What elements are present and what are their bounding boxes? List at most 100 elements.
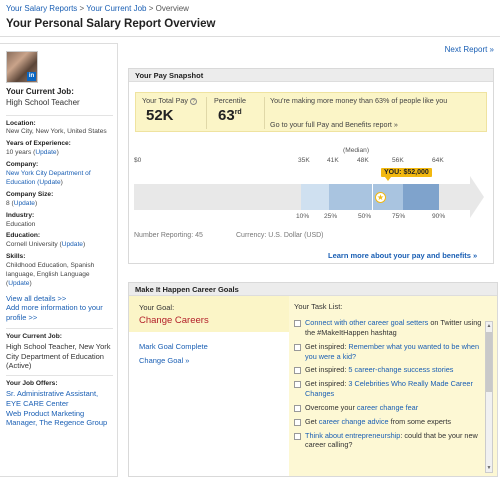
percentile-tick: 10% [296,213,310,220]
education-label: Education: [6,232,41,240]
task-checkbox[interactable] [294,418,301,426]
percentile-tick: 25% [324,213,338,220]
task-text: Connect with other career goal setters o… [305,318,486,338]
mark-goal-complete-link[interactable]: Mark Goal Complete [139,342,279,351]
currency-label: Currency: U.S. Dollar (USD) [236,232,324,239]
career-goals-panel: Make It Happen Career Goals Your Goal: C… [128,282,498,477]
close-paren: ) [29,279,32,287]
company-field: New York City Department of Education (U… [6,170,113,188]
task-link[interactable]: Think about entrepreneurship [305,431,400,440]
task-text: Think about entrepreneurship: could that… [305,431,486,451]
company-size-field: 8 (Update) [6,200,113,209]
distribution-band [301,184,329,210]
percentile-tick: 50% [358,213,372,220]
task-text: Overcome your career change fear [305,403,418,413]
experience-label: Years of Experience: [6,140,71,148]
sidebar-divider [6,114,113,116]
task-checkbox[interactable] [294,343,301,351]
task-prefix: Overcome your [305,402,357,412]
total-pay-value: 52K [146,107,174,124]
task-item: Get inspired: 5 career-change success st… [294,365,486,375]
pay-summary-box: Your Total Pay ? 52K Percentile 63rd You… [135,92,487,132]
task-scrollbar[interactable]: ▲ ▼ [485,321,493,473]
linkedin-icon: in [27,72,36,81]
task-checkbox[interactable] [294,432,301,440]
summary-divider [206,97,207,129]
task-item: Get inspired: 3 Celebrities Who Really M… [294,379,486,399]
task-checkbox[interactable] [294,381,301,389]
breadcrumb-current-job[interactable]: Your Current Job [86,4,146,13]
task-item: Connect with other career goal setters o… [294,318,486,338]
close-paren: ) [34,199,38,207]
company-size-value: 8 ( [6,199,14,207]
industry-value: Education [6,220,36,228]
company-size-update-link[interactable]: Update [14,200,35,207]
task-text: Get inspired: 3 Celebrities Who Really M… [305,379,486,399]
skills-update-link[interactable]: Update [8,280,29,287]
value-tick: 56K [392,157,404,164]
experience-field: 10 years (Update) [6,149,113,158]
location-value: New City, New York, United States [6,128,107,136]
location-label: Location: [6,119,36,127]
job-offer-item[interactable]: Sr. Administrative Assistant, EYE CARE C… [6,389,113,409]
task-text: Get career change advice from some exper… [305,417,451,427]
task-item: Think about entrepreneurship: could that… [294,431,486,451]
task-link[interactable]: career change fear [357,403,418,412]
current-job2-value: High School Teacher, New York City Depar… [6,341,111,371]
next-report-link[interactable]: Next Report » [445,45,494,54]
task-item: Get inspired: Remember what you wanted t… [294,342,486,362]
job-offer-item[interactable]: Web Product Marketing Manager, The Regen… [6,409,113,429]
task-column: Your Task List: Connect with other caree… [289,296,497,476]
breadcrumb-salary-reports[interactable]: Your Salary Reports [6,4,77,13]
scroll-thumb[interactable] [486,332,492,392]
scroll-down-icon[interactable]: ▼ [486,464,492,472]
scroll-up-icon[interactable]: ▲ [486,322,492,330]
view-all-details-link[interactable]: View all details >> [6,294,113,304]
job-offers-label: Your Job Offers: [6,380,58,388]
your-goal-label: Your Goal: [139,303,175,312]
learn-more-link[interactable]: Learn more about your pay and benefits » [328,251,477,260]
task-prefix: Get inspired: [305,365,349,375]
task-suffix: from some experts [388,416,452,426]
education-update-link[interactable]: Update [62,241,83,248]
task-link[interactable]: Connect with other career goal setters [305,318,428,327]
experience-update-link[interactable]: Update [35,149,56,156]
help-icon[interactable]: ? [189,97,197,105]
total-pay-label: Your Total Pay ? [142,96,197,105]
current-job-value: High School Teacher [6,97,80,107]
percentile-message: You're making more money than 63% of peo… [270,96,448,105]
goal-title: Change Careers [139,315,209,326]
you-marker-label: YOU: $52,000 [381,168,432,181]
breadcrumb-overview: Overview [155,4,189,13]
company-update-link[interactable]: Update [39,179,60,186]
pay-snapshot-header: Your Pay Snapshot [129,69,493,82]
header-divider [0,36,500,37]
education-value: Cornell University ( [6,241,62,249]
task-list-label: Your Task List: [294,302,343,311]
task-prefix: Get inspired: [305,379,349,389]
skills-label: Skills: [6,253,26,261]
close-paren: ) [82,241,86,249]
median-line [372,184,373,210]
current-job-heading: Your Current Job: [6,87,74,96]
page-title: Your Personal Salary Report Overview [6,18,216,30]
company-label: Company: [6,161,39,169]
benefits-report-link[interactable]: Go to your full Pay and Benefits report … [270,120,398,129]
skills-field: Childhood Education, Spanish language, E… [6,262,113,289]
education-field: Cornell University (Update) [6,241,113,250]
task-text: Get inspired: Remember what you wanted t… [305,342,486,362]
task-checkbox[interactable] [294,367,301,375]
task-link[interactable]: career change advice [319,417,389,426]
percentile-value: 63rd [218,107,242,124]
avatar[interactable]: in [6,51,38,83]
breadcrumb: Your Salary Reports > Your Current Job >… [6,4,189,13]
sidebar-divider [6,375,113,377]
task-checkbox[interactable] [294,404,301,412]
value-tick: 41K [327,157,339,164]
add-more-info-link[interactable]: Add more information to your profile >> [6,303,113,323]
task-prefix: Get inspired: [305,341,349,351]
change-goal-link[interactable]: Change Goal » [139,356,279,365]
task-checkbox[interactable] [294,320,301,327]
percentile-label: Percentile [214,96,246,105]
task-link[interactable]: 5 career-change success stories [348,365,453,374]
